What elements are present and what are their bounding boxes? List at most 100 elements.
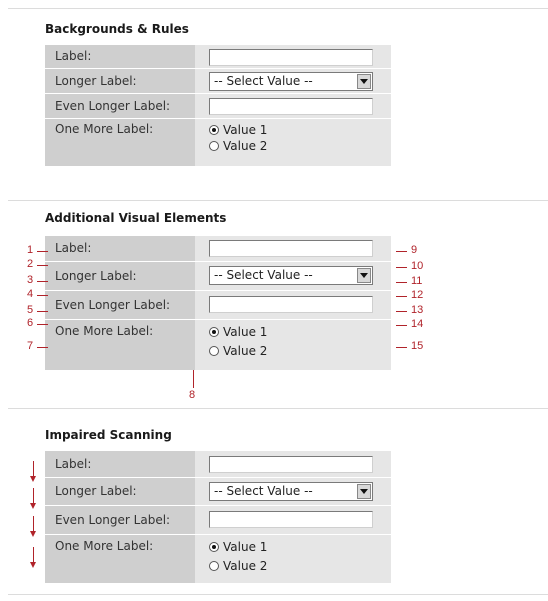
radio-option[interactable]: Value 2	[209, 139, 267, 153]
form-block: Label: Longer Label: -- Select Value -- …	[45, 451, 391, 584]
annotation-tick	[37, 265, 48, 266]
bottom-rule	[8, 594, 548, 595]
form-row: Even Longer Label:	[45, 291, 391, 320]
select-dropdown[interactable]: -- Select Value --	[209, 72, 373, 91]
annotation-tick	[37, 295, 48, 296]
annotation-tick	[37, 281, 48, 282]
arrow-down-icon	[30, 531, 36, 537]
annotation-tick	[37, 347, 48, 348]
radio-unselected-icon[interactable]	[209, 561, 219, 571]
radio-label: Value 2	[223, 559, 268, 573]
section-title: Additional Visual Elements	[45, 211, 227, 225]
chevron-down-icon[interactable]	[357, 268, 371, 283]
radio-selected-icon[interactable]	[209, 542, 219, 552]
annotation-number: 13	[411, 304, 424, 316]
annotation-number: 5	[27, 304, 34, 316]
field-label: Label:	[45, 45, 195, 68]
field-label: Longer Label:	[45, 262, 195, 290]
section-title: Backgrounds & Rules	[45, 22, 189, 36]
field-control: -- Select Value --	[195, 262, 391, 290]
annotation-number: 15	[411, 340, 424, 352]
form-row: Label:	[45, 236, 391, 262]
section-divider	[8, 200, 548, 201]
form-block: Label: Longer Label: -- Select Value -- …	[45, 236, 391, 371]
select-dropdown[interactable]: -- Select Value --	[209, 266, 373, 285]
radio-selected-icon[interactable]	[209, 125, 219, 135]
radio-option[interactable]: Value 1	[209, 540, 267, 554]
field-label: Longer Label:	[45, 69, 195, 93]
text-input[interactable]	[209, 511, 373, 528]
annotation-tick	[396, 267, 407, 268]
field-label: Even Longer Label:	[45, 291, 195, 319]
field-label: One More Label:	[45, 119, 195, 166]
annotation-number: 3	[27, 274, 34, 286]
field-control: -- Select Value --	[195, 478, 391, 505]
text-input[interactable]	[209, 98, 373, 115]
field-label: One More Label:	[45, 320, 195, 370]
field-label: Even Longer Label:	[45, 94, 195, 118]
arrow-down-icon	[30, 476, 36, 482]
select-dropdown[interactable]: -- Select Value --	[209, 482, 373, 501]
annotation-number: 6	[27, 317, 34, 329]
section-divider	[8, 408, 548, 409]
form-row: Label:	[45, 45, 391, 69]
radio-option[interactable]: Value 2	[209, 559, 267, 573]
field-control	[195, 94, 391, 118]
top-rule	[8, 8, 548, 9]
annotation-tick	[396, 325, 407, 326]
annotation-line	[193, 370, 194, 388]
select-value: -- Select Value --	[214, 268, 313, 282]
form-row: Label:	[45, 451, 391, 478]
radio-option[interactable]: Value 2	[209, 344, 267, 358]
form-row: Longer Label: -- Select Value --	[45, 69, 391, 94]
radio-label: Value 2	[223, 139, 268, 153]
form-row: One More Label: Value 1 Value 2	[45, 119, 391, 167]
field-label: One More Label:	[45, 535, 195, 583]
chevron-down-icon[interactable]	[357, 484, 371, 499]
annotation-number: 8	[189, 389, 196, 401]
arrow-down-icon	[30, 562, 36, 568]
text-input[interactable]	[209, 456, 373, 473]
form-row: Even Longer Label:	[45, 506, 391, 535]
chevron-down-icon[interactable]	[357, 74, 371, 89]
form-row: One More Label: Value 1 Value 2	[45, 320, 391, 371]
radio-option[interactable]: Value 1	[209, 123, 267, 137]
form-block: Label: Longer Label: -- Select Value -- …	[45, 45, 391, 167]
radio-unselected-icon[interactable]	[209, 346, 219, 356]
annotation-tick	[396, 311, 407, 312]
text-input[interactable]	[209, 240, 373, 257]
annotation-number: 12	[411, 289, 424, 301]
field-control	[195, 291, 391, 319]
annotation-number: 10	[411, 260, 424, 272]
field-control: -- Select Value --	[195, 69, 391, 93]
text-input[interactable]	[209, 49, 373, 66]
annotation-tick	[396, 296, 407, 297]
field-control: Value 1 Value 2	[195, 535, 391, 583]
field-control	[195, 506, 391, 534]
field-label: Label:	[45, 451, 195, 477]
radio-unselected-icon[interactable]	[209, 141, 219, 151]
form-row: One More Label: Value 1 Value 2	[45, 535, 391, 584]
field-control	[195, 236, 391, 261]
field-control	[195, 451, 391, 477]
form-row: Longer Label: -- Select Value --	[45, 478, 391, 506]
form-row: Even Longer Label:	[45, 94, 391, 119]
annotation-tick	[37, 251, 48, 252]
radio-option[interactable]: Value 1	[209, 325, 267, 339]
annotation-number: 4	[27, 288, 34, 300]
section-title: Impaired Scanning	[45, 428, 172, 442]
field-control	[195, 45, 391, 68]
select-value: -- Select Value --	[214, 74, 313, 88]
annotation-number: 1	[27, 244, 34, 256]
field-control: Value 1 Value 2	[195, 320, 391, 370]
field-control: Value 1 Value 2	[195, 119, 391, 166]
radio-label: Value 1	[223, 123, 268, 137]
arrow-down-icon	[30, 503, 36, 509]
radio-selected-icon[interactable]	[209, 327, 219, 337]
radio-label: Value 1	[223, 325, 268, 339]
text-input[interactable]	[209, 296, 373, 313]
field-label: Longer Label:	[45, 478, 195, 505]
annotation-number: 11	[411, 275, 423, 287]
annotation-number: 2	[27, 258, 34, 270]
annotation-tick	[396, 251, 407, 252]
